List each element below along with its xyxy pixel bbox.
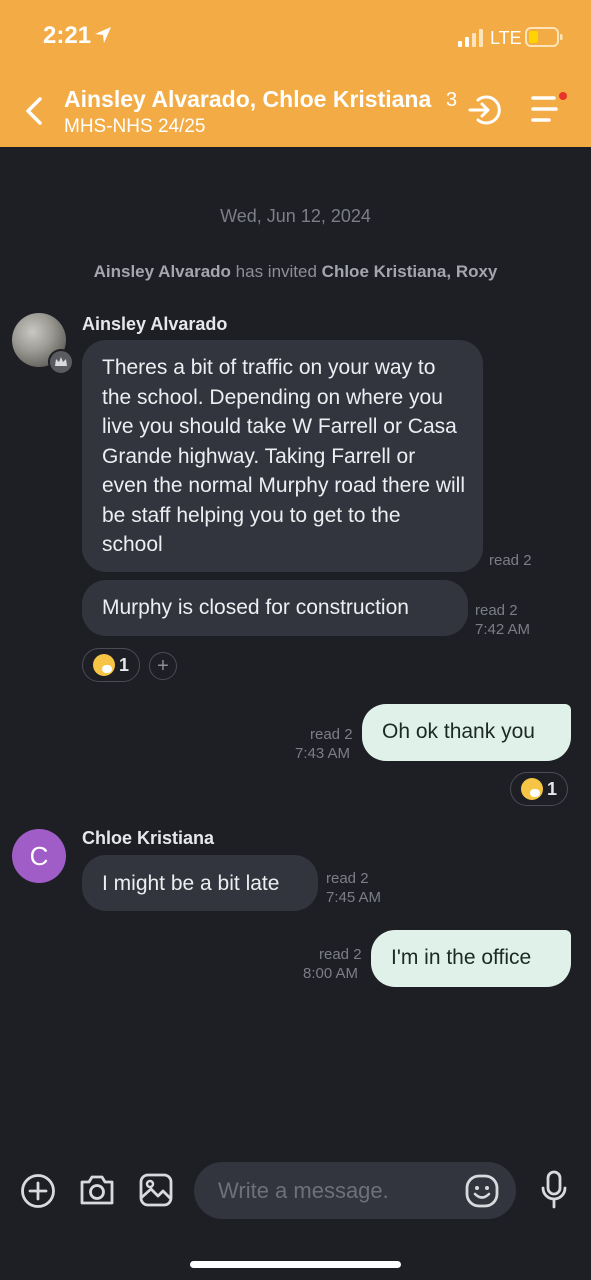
home-indicator[interactable]: [190, 1261, 401, 1268]
crown-icon: [48, 349, 74, 375]
add-reaction-icon[interactable]: +: [149, 652, 177, 680]
read-receipt: read 2: [326, 870, 369, 887]
image-icon[interactable]: [138, 1172, 174, 1208]
sender-name: Chloe Kristiana: [82, 828, 215, 848]
signal-icon: [458, 29, 483, 47]
network-label: LTE: [490, 28, 522, 48]
system-inviter: Ainsley Alvarado: [93, 262, 231, 281]
location-arrow-icon: [95, 27, 111, 43]
battery-icon: [525, 27, 563, 47]
date-separator: Wed, Jun 12, 2024: [220, 206, 371, 226]
menu-icon[interactable]: [530, 92, 568, 126]
reaction-chip[interactable]: 1: [510, 772, 569, 806]
avatar[interactable]: C: [12, 829, 66, 883]
read-receipt: read 2: [489, 552, 532, 569]
message-bubble[interactable]: I'm in the office: [371, 930, 571, 987]
camera-icon[interactable]: [78, 1172, 116, 1208]
system-invitees: Chloe Kristiana, Roxy: [321, 262, 498, 281]
system-message: Ainsley Alvarado has invited Chloe Krist…: [0, 262, 591, 282]
mic-icon[interactable]: [540, 1170, 568, 1210]
member-count: 3: [446, 89, 458, 111]
system-action: has invited: [235, 262, 317, 281]
emoji-icon: [93, 654, 115, 676]
emoji-icon: [521, 778, 543, 800]
message-time: 7:42 AM: [475, 621, 531, 638]
plus-icon[interactable]: [20, 1173, 56, 1209]
message-time: 7:45 AM: [326, 889, 382, 906]
chat-subtitle: MHS-NHS 24/25: [64, 116, 206, 137]
message-time: 8:00 AM: [303, 965, 359, 982]
read-receipt: read 2: [475, 602, 518, 619]
message-bubble[interactable]: Murphy is closed for construction: [82, 580, 468, 636]
sender-name: Ainsley Alvarado: [82, 314, 228, 334]
read-receipt: read 2: [310, 726, 353, 743]
message-bubble[interactable]: I might be a bit late: [82, 855, 318, 911]
reaction-count: 1: [547, 778, 558, 799]
exit-icon[interactable]: [466, 92, 502, 128]
reaction-chip[interactable]: 1: [82, 648, 141, 682]
read-receipt: read 2: [319, 946, 362, 963]
message-bubble[interactable]: Theres a bit of traffic on your way to t…: [82, 340, 483, 572]
message-bubble[interactable]: Oh ok thank you: [362, 704, 571, 761]
smile-icon[interactable]: [464, 1173, 500, 1209]
status-time: 2:21: [43, 22, 92, 49]
chat-title[interactable]: Ainsley Alvarado, Chloe Kristiana: [64, 86, 431, 113]
chat-header: 2:21 LTE Ainsley Alvarado, Chloe Kristia…: [0, 0, 591, 147]
message-time: 7:43 AM: [295, 745, 351, 762]
back-icon[interactable]: [24, 96, 44, 126]
reaction-count: 1: [119, 654, 130, 675]
